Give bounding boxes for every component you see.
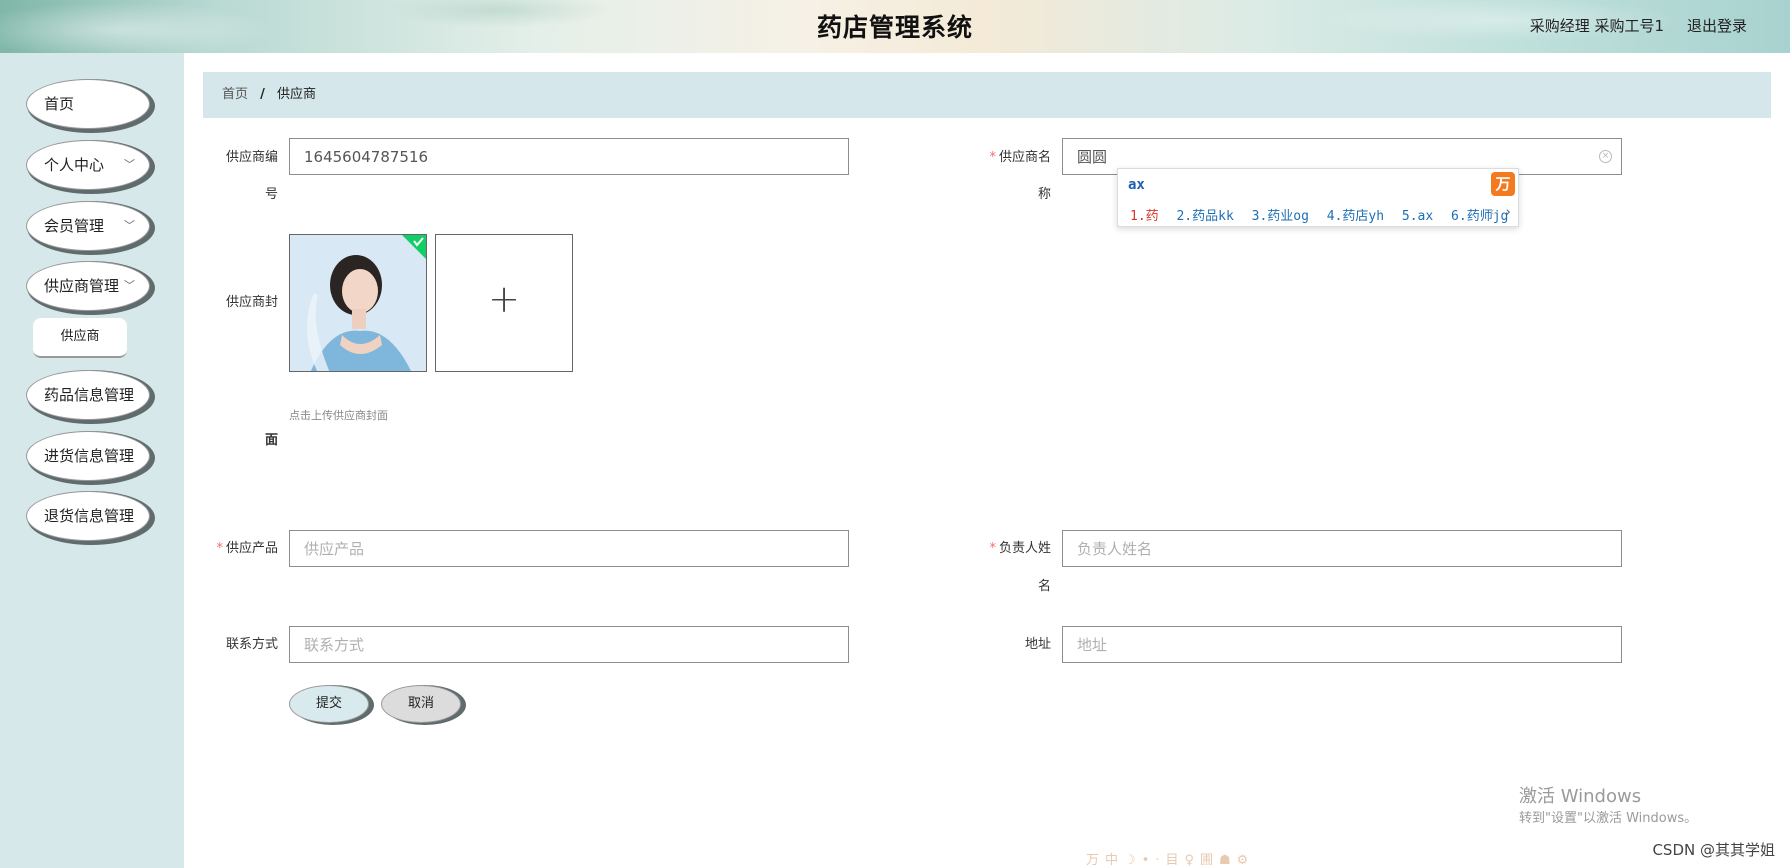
clear-input-icon[interactable]: ×	[1599, 150, 1612, 163]
contact-input[interactable]	[289, 626, 849, 663]
submit-button[interactable]: 提交	[289, 685, 369, 723]
sidebar-item-label: 首页	[44, 95, 75, 113]
owner-label: * 负责人姓	[974, 530, 1051, 567]
sidebar-item-label: 药品信息管理	[44, 386, 135, 404]
sidebar-item-home[interactable]: 首页	[26, 79, 150, 129]
ime-candidate[interactable]: 4.药店yh	[1327, 209, 1384, 224]
supplier-name-label-line1: 供应商名	[998, 150, 1051, 165]
sidebar: 首页 个人中心 ﹀ 会员管理 ﹀ 供应商管理 ﹀ 供应商 药品信息管理 进货信息…	[0, 53, 184, 868]
required-mark: *	[989, 150, 996, 165]
sidebar-item-label: 个人中心	[44, 156, 105, 174]
sidebar-item-purchase-info[interactable]: 进货信息管理	[26, 431, 150, 481]
ime-candidate[interactable]: 5.ax	[1402, 209, 1433, 224]
address-input[interactable]	[1062, 626, 1622, 663]
logout-link[interactable]: 退出登录	[1687, 15, 1747, 36]
csdn-watermark: CSDN @其其学姐	[1652, 841, 1775, 859]
ime-next-icon[interactable]: ›	[1504, 205, 1512, 220]
owner-label-line1: 负责人姓	[998, 541, 1051, 556]
plus-icon: +	[488, 277, 520, 321]
supplier-no-label-line1: 供应商编	[225, 150, 278, 165]
chevron-down-icon: ﹀	[124, 219, 135, 232]
upload-tip: 点击上传供应商封面	[289, 409, 388, 422]
ime-composition: ax	[1128, 177, 1145, 193]
breadcrumb: 首页 / 供应商	[203, 72, 1771, 118]
sidebar-item-personal-center[interactable]: 个人中心 ﹀	[26, 140, 150, 190]
chevron-down-icon: ﹀	[124, 158, 135, 171]
ime-candidate[interactable]: 2.药品kk	[1176, 209, 1233, 224]
sidebar-item-return-info[interactable]: 退货信息管理	[26, 491, 150, 541]
chevron-down-icon: ﹀	[124, 279, 135, 292]
ime-page-nav: ‹ ›	[1489, 205, 1512, 220]
ime-logo-icon[interactable]: 万	[1491, 172, 1515, 196]
sidebar-item-drug-info[interactable]: 药品信息管理	[26, 370, 150, 420]
ime-candidates: 1.药 2.药品kk 3.药业og 4.药店yh 5.ax 6.药师jg	[1130, 205, 1518, 224]
sidebar-item-member-management[interactable]: 会员管理 ﹀	[26, 201, 150, 251]
windows-activation-subtitle: 转到"设置"以激活 Windows。	[1519, 811, 1698, 826]
sidebar-item-label: 进货信息管理	[44, 447, 135, 465]
cover-upload-button[interactable]: +	[435, 234, 573, 372]
ime-candidate[interactable]: 1.药	[1130, 209, 1159, 224]
sidebar-item-label: 供应商管理	[44, 277, 120, 295]
current-user: 采购经理 采购工号1	[1529, 17, 1664, 35]
ime-toolbar-icons: 万中☽•·目♀圃☗⚙	[1086, 853, 1255, 868]
supplier-no-label-wrap: 号	[264, 187, 278, 202]
supplier-cover-image[interactable]	[289, 234, 427, 372]
owner-name-input[interactable]	[1062, 530, 1622, 567]
cover-label-wrap: 面	[264, 433, 278, 448]
supplier-no-input[interactable]	[289, 138, 849, 175]
ime-prev-icon[interactable]: ‹	[1489, 205, 1497, 220]
app-title: 药店管理系统	[816, 13, 973, 42]
product-label-text: 供应产品	[225, 541, 278, 556]
breadcrumb-current: 供应商	[277, 87, 317, 102]
sidebar-item-label: 会员管理	[44, 217, 105, 235]
ime-candidate[interactable]: 3.药业og	[1252, 209, 1309, 224]
contact-label: 联系方式	[225, 637, 278, 652]
top-header: 药店管理系统 采购经理 采购工号1 退出登录	[0, 0, 1790, 53]
supplier-name-label: * 供应商名	[974, 139, 1051, 176]
supplier-no-label: 供应商编	[201, 139, 278, 176]
product-label: * 供应产品	[201, 530, 278, 567]
cover-photo-graphic	[290, 235, 426, 371]
sidebar-item-label: 退货信息管理	[44, 507, 135, 525]
owner-label-wrap: 名	[1037, 579, 1051, 594]
sidebar-item-supplier-management[interactable]: 供应商管理 ﹀	[26, 261, 150, 311]
cancel-button[interactable]: 取消	[381, 685, 461, 723]
ime-candidate-popup: ax 万 1.药 2.药品kk 3.药业og 4.药店yh 5.ax 6.药师j…	[1117, 168, 1519, 227]
required-mark: *	[989, 541, 996, 556]
sidebar-subitem-supplier[interactable]: 供应商	[33, 318, 127, 358]
supplier-name-label-wrap: 称	[1037, 187, 1051, 202]
breadcrumb-home-link[interactable]: 首页	[222, 87, 248, 102]
product-input[interactable]	[289, 530, 849, 567]
windows-activation-title: 激活 Windows	[1519, 786, 1642, 807]
address-label: 地址	[1024, 637, 1051, 652]
breadcrumb-separator: /	[260, 87, 265, 102]
required-mark: *	[216, 541, 223, 556]
cover-label: 供应商封	[225, 295, 278, 310]
